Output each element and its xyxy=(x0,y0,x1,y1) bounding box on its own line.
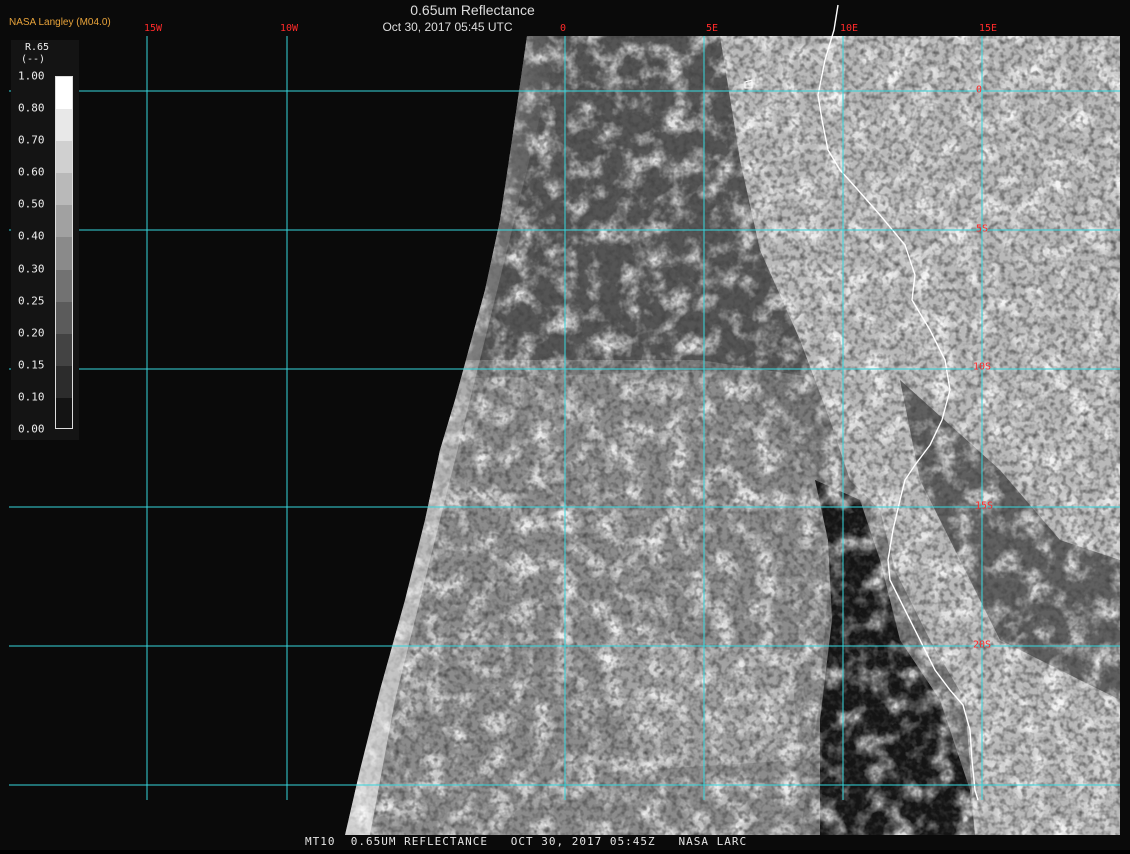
reflectance-map xyxy=(0,0,1130,850)
lat-label-10s: 10S xyxy=(973,361,992,373)
legend-tick-label: 0.25 xyxy=(18,294,45,308)
footer-caption: MT10 0.65UM REFLECTANCE OCT 30, 2017 05:… xyxy=(305,835,748,848)
legend-swatch xyxy=(56,173,72,207)
legend-tick-label: 0.00 xyxy=(18,422,45,436)
legend-tick-label: 0.60 xyxy=(18,165,45,179)
legend-swatch xyxy=(56,109,72,143)
image-title: 0.65um Reflectance xyxy=(410,2,535,18)
legend-tick-label: 0.70 xyxy=(18,133,45,147)
legend-swatch xyxy=(56,301,72,335)
lat-label-15s: 15S xyxy=(975,500,994,512)
legend-tick-label: 0.20 xyxy=(18,326,45,340)
lat-label-5s: 5S xyxy=(976,223,989,235)
legend-swatch xyxy=(56,397,72,428)
legend-tick-label: 0.80 xyxy=(18,101,45,115)
legend-units: (--) xyxy=(21,54,46,65)
legend-tick-label: 0.50 xyxy=(18,197,45,211)
legend-tick-label: 0.40 xyxy=(18,229,45,243)
lon-label-15e: 15E xyxy=(978,23,998,34)
legend-tick-label: 0.10 xyxy=(18,390,45,404)
legend-swatch xyxy=(56,269,72,303)
legend-swatch xyxy=(56,141,72,175)
legend-title: R.65 xyxy=(25,42,50,53)
legend-swatch xyxy=(56,77,72,111)
legend-swatch xyxy=(56,365,72,399)
legend-swatch xyxy=(56,205,72,239)
legend-swatch xyxy=(56,333,72,367)
legend-tick-label: 0.30 xyxy=(18,262,45,276)
lat-label-0: 0 xyxy=(976,84,983,96)
legend-swatch xyxy=(56,237,72,271)
satellite-image-stage: 15W 10W 0 5E 10E 15E 0 5S 10S 15S 20S NA… xyxy=(0,0,1130,850)
legend-color-bar xyxy=(55,76,73,429)
legend-tick-label: 0.15 xyxy=(18,358,45,372)
lat-label-20s: 20S xyxy=(973,639,992,651)
color-scale-legend: R.65 (--) 1.00 0.80 0.70 0.60 0.50 0.40 0.30 0.… xyxy=(11,40,79,440)
legend-tick-label: 1.00 xyxy=(18,69,45,83)
image-timestamp: Oct 30, 2017 05:45 UTC xyxy=(382,20,513,34)
